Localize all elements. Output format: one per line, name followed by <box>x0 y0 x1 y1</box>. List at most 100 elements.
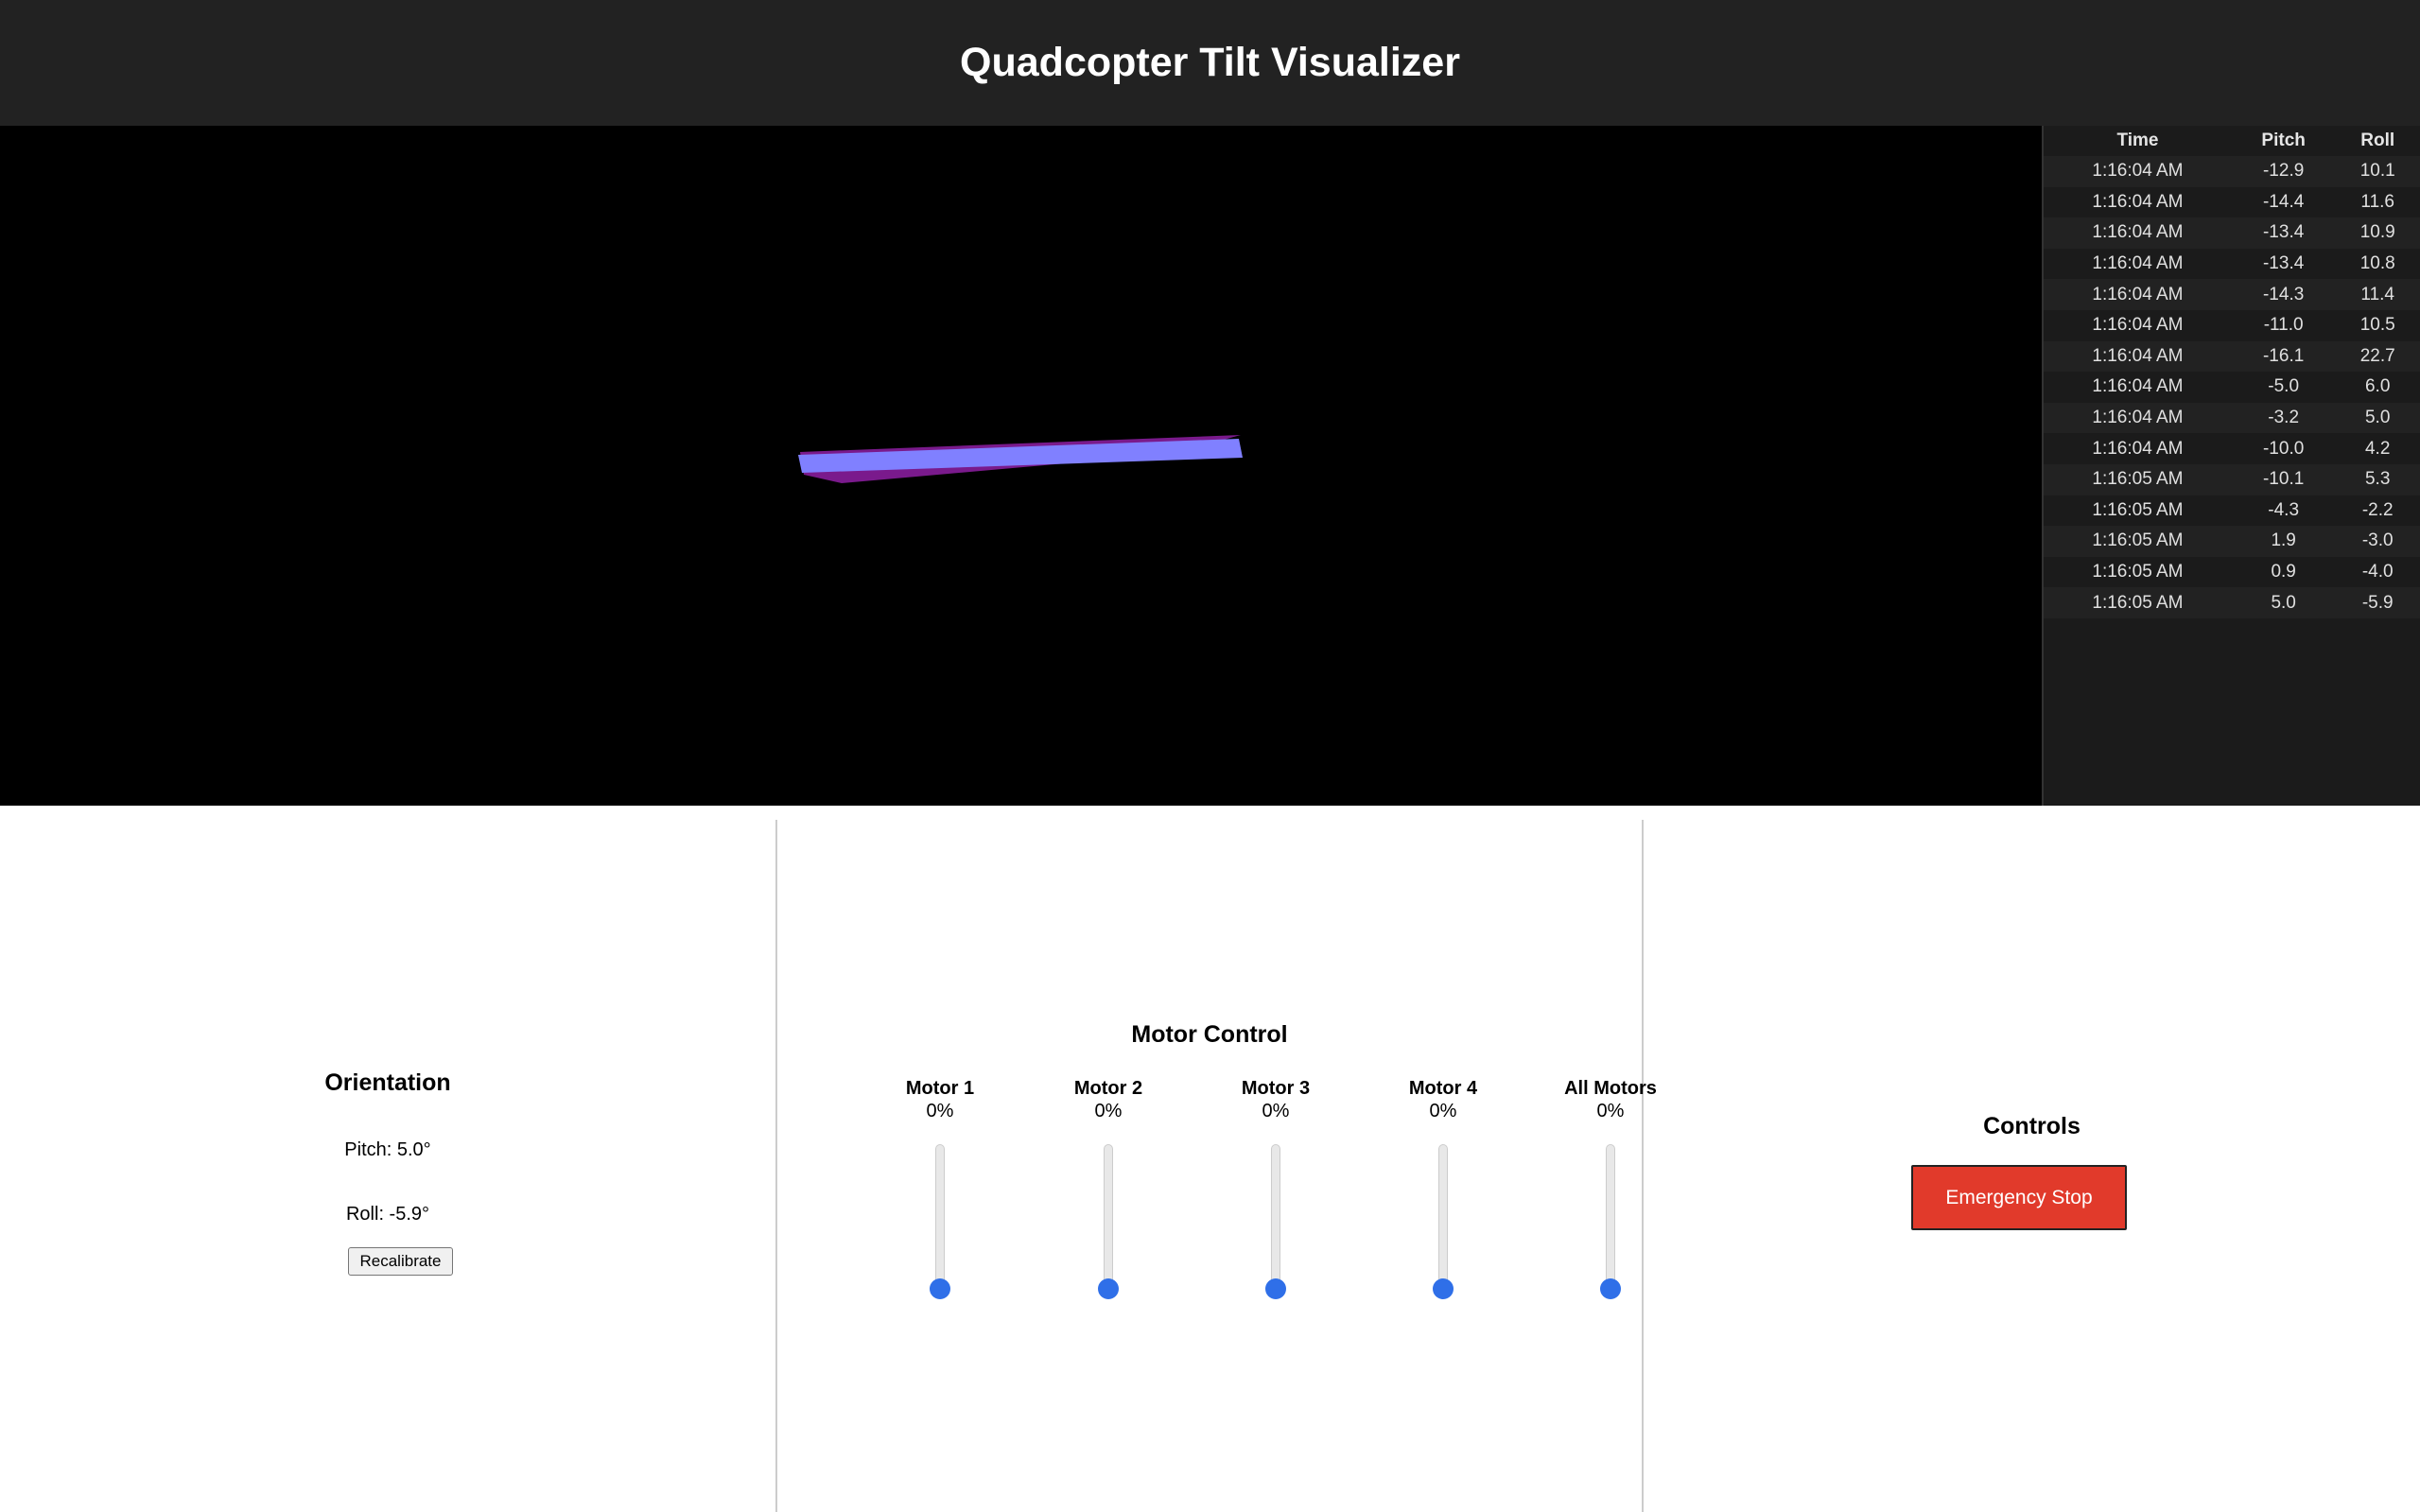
log-cell-pitch: -12.9 <box>2262 161 2305 182</box>
log-cell-time: 1:16:05 AM <box>2092 469 2184 490</box>
motor-4-slider-thumb[interactable] <box>1433 1278 1454 1299</box>
log-cell-time: 1:16:04 AM <box>2092 284 2184 304</box>
log-cell-roll: -3.0 <box>2361 530 2394 551</box>
all-motors-slider-thumb[interactable] <box>1600 1278 1621 1299</box>
drone-render <box>798 435 1243 483</box>
controls-title: Controls <box>1983 1113 2081 1139</box>
log-row: 1:16:04 AM -16.1 22.7 <box>2044 340 2420 373</box>
log-cell-roll: 22.7 <box>2359 345 2395 366</box>
log-cell-roll: 6.0 <box>2364 376 2391 397</box>
page-title: Quadcopter Tilt Visualizer <box>960 40 1460 85</box>
log-cell-pitch: -10.0 <box>2262 438 2305 459</box>
log-cell-time: 1:16:05 AM <box>2092 592 2184 613</box>
motor-control-panel: Motor Control Motor 1 0% Motor 2 0% Moto… <box>777 820 1657 1512</box>
log-cell-pitch: 5.0 <box>2271 592 2296 613</box>
log-cell-roll: 10.9 <box>2359 222 2395 243</box>
log-row: 1:16:04 AM -3.2 5.0 <box>2044 402 2420 434</box>
motor-1-label: Motor 1 <box>905 1078 975 1099</box>
log-cell-roll: 4.2 <box>2364 438 2391 459</box>
log-cell-roll: -5.9 <box>2361 592 2394 613</box>
log-header-row: Time Pitch Roll <box>2044 126 2420 156</box>
motor-4-slider[interactable] <box>1433 1144 1454 1299</box>
log-cell-roll: 11.4 <box>2360 284 2394 304</box>
log-row: 1:16:04 AM -13.4 10.9 <box>2044 217 2420 249</box>
log-row: 1:16:05 AM 1.9 -3.0 <box>2044 526 2420 557</box>
3d-viewport[interactable] <box>0 126 2042 806</box>
motor-4-value: 0% <box>1429 1101 1457 1121</box>
log-cell-pitch: 0.9 <box>2271 562 2296 582</box>
log-cell-pitch: -13.4 <box>2262 253 2305 274</box>
log-cell-roll: -2.2 <box>2361 499 2394 520</box>
log-cell-time: 1:16:05 AM <box>2092 499 2184 520</box>
motor-3-control: Motor 3 0% <box>1210 1078 1342 1299</box>
log-cell-time: 1:16:04 AM <box>2092 222 2184 243</box>
log-row: 1:16:04 AM -14.4 11.6 <box>2044 186 2420 218</box>
log-row: 1:16:05 AM 0.9 -4.0 <box>2044 556 2420 588</box>
log-cell-pitch: -3.2 <box>2268 408 2300 428</box>
motor-3-slider-thumb[interactable] <box>1265 1278 1286 1299</box>
all-motors-slider[interactable] <box>1600 1144 1621 1299</box>
log-row: 1:16:04 AM -13.4 10.8 <box>2044 248 2420 280</box>
log-cell-roll: 10.1 <box>2359 161 2395 182</box>
orientation-log-table: Time Pitch Roll 1:16:04 AM -12.9 10.1 1:16:… <box>2044 126 2420 618</box>
log-cell-pitch: -14.4 <box>2262 191 2305 212</box>
log-cell-time: 1:16:05 AM <box>2092 530 2184 551</box>
log-row: 1:16:04 AM -12.9 10.1 <box>2044 156 2420 187</box>
orientation-title: Orientation <box>324 1069 451 1096</box>
motor-4-control: Motor 4 0% <box>1377 1078 1509 1299</box>
motor-2-value: 0% <box>1094 1101 1123 1121</box>
log-cell-pitch: -4.3 <box>2268 499 2300 520</box>
motor-1-control: Motor 1 0% <box>874 1078 1006 1299</box>
log-row: 1:16:04 AM -11.0 10.5 <box>2044 309 2420 341</box>
motor-1-value: 0% <box>926 1101 954 1121</box>
motor-2-slider[interactable] <box>1098 1144 1119 1299</box>
log-row: 1:16:04 AM -5.0 6.0 <box>2044 372 2420 403</box>
log-row: 1:16:05 AM -10.1 5.3 <box>2044 463 2420 495</box>
log-row: 1:16:04 AM -10.0 4.2 <box>2044 433 2420 464</box>
motor-1-slider[interactable] <box>930 1144 950 1299</box>
log-cell-roll: -4.0 <box>2361 562 2394 582</box>
app-header: Quadcopter Tilt Visualizer <box>0 0 2420 126</box>
motor-2-slider-thumb[interactable] <box>1098 1278 1119 1299</box>
log-cell-pitch: 1.9 <box>2271 530 2296 551</box>
log-row: 1:16:05 AM 5.0 -5.9 <box>2044 587 2420 618</box>
roll-readout: Roll: -5.9° <box>345 1204 430 1225</box>
log-cell-time: 1:16:04 AM <box>2092 345 2184 366</box>
log-cell-pitch: -5.0 <box>2268 376 2300 397</box>
log-cell-time: 1:16:04 AM <box>2092 408 2184 428</box>
motor-1-slider-thumb[interactable] <box>930 1278 950 1299</box>
log-row: 1:16:04 AM -14.3 11.4 <box>2044 279 2420 310</box>
emergency-stop-button[interactable]: Emergency Stop <box>1911 1165 2127 1230</box>
log-header-roll: Roll <box>2360 130 2395 150</box>
log-header-time: Time <box>2116 130 2159 150</box>
log-row: 1:16:05 AM -4.3 -2.2 <box>2044 495 2420 527</box>
log-cell-time: 1:16:04 AM <box>2092 438 2184 459</box>
log-cell-time: 1:16:04 AM <box>2092 315 2184 336</box>
motor-3-label: Motor 3 <box>1241 1078 1311 1099</box>
motor-3-value: 0% <box>1262 1101 1290 1121</box>
pitch-readout: Pitch: 5.0° <box>344 1139 431 1160</box>
log-cell-roll: 5.0 <box>2364 408 2391 428</box>
motor-4-label: Motor 4 <box>1408 1078 1478 1099</box>
orientation-log-panel[interactable]: Time Pitch Roll 1:16:04 AM -12.9 10.1 1:16:… <box>2042 126 2420 806</box>
log-cell-pitch: -14.3 <box>2262 284 2305 304</box>
log-cell-pitch: -13.4 <box>2262 222 2305 243</box>
log-cell-roll: 11.6 <box>2360 191 2394 212</box>
motor-control-title: Motor Control <box>1131 1021 1288 1048</box>
log-cell-pitch: -11.0 <box>2263 315 2304 336</box>
log-cell-pitch: -10.1 <box>2262 469 2305 490</box>
controls-panel: Controls Emergency Stop <box>1644 806 2420 1512</box>
log-cell-time: 1:16:04 AM <box>2092 161 2184 182</box>
motor-2-label: Motor 2 <box>1073 1078 1143 1099</box>
log-cell-roll: 10.5 <box>2359 315 2395 336</box>
motor-2-control: Motor 2 0% <box>1042 1078 1175 1299</box>
motor-3-slider[interactable] <box>1265 1144 1286 1299</box>
log-cell-time: 1:16:04 AM <box>2092 253 2184 274</box>
log-cell-time: 1:16:04 AM <box>2092 191 2184 212</box>
recalibrate-button[interactable]: Recalibrate <box>348 1247 453 1276</box>
log-cell-time: 1:16:04 AM <box>2092 376 2184 397</box>
log-cell-roll: 10.8 <box>2359 253 2395 274</box>
log-cell-roll: 5.3 <box>2364 469 2391 490</box>
orientation-panel: Orientation Pitch: 5.0° Roll: -5.9° Reca… <box>0 820 777 1512</box>
log-cell-time: 1:16:05 AM <box>2092 562 2184 582</box>
